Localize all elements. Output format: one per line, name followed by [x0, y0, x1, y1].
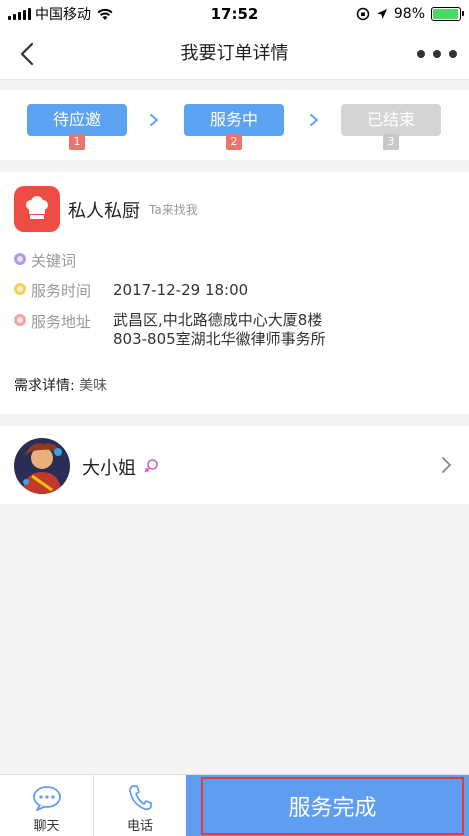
location-dot-icon — [14, 314, 26, 326]
phone-label: 电话 — [126, 819, 153, 834]
service-address-row: 服务地址 武昌区,中北路德成中心大厦8楼803-805室湖北华徽律师事务所 — [14, 311, 337, 349]
signal-icon — [8, 8, 31, 20]
battery-level — [433, 9, 459, 19]
phone-icon — [129, 785, 152, 811]
chef-hat-icon — [14, 186, 60, 232]
battery-icon — [431, 7, 464, 21]
requirement-value: 美味 — [79, 378, 108, 394]
step-number: 2 — [226, 134, 242, 150]
carrier-name: 中国移动 — [35, 7, 91, 23]
chevron-right-icon — [150, 114, 159, 126]
keyword-row: 关键词 — [14, 250, 113, 271]
chat-button[interactable]: 聊天 — [0, 775, 93, 836]
bottom-action-bar: 聊天 电话 服务完成 — [0, 774, 469, 836]
service-time-row: 服务时间 2017-12-29 18:00 — [14, 280, 248, 301]
order-progress-steps: 待应邀 1 服务中 2 已结束 3 — [0, 90, 469, 160]
service-time-label: 服务时间 — [31, 282, 92, 300]
status-bar: 中国移动 17:52 98% — [0, 0, 469, 28]
location-arrow-icon — [376, 9, 387, 19]
service-address-value: 武昌区,中北路德成中心大厦8楼803-805室湖北华徽律师事务所 — [113, 311, 326, 348]
female-gender-icon — [144, 459, 158, 473]
keyword-dot-icon — [14, 253, 26, 265]
wifi-icon — [97, 8, 113, 20]
chevron-right-icon[interactable] — [439, 455, 453, 475]
step-number: 1 — [69, 134, 85, 150]
step-in-service: 服务中 — [184, 104, 284, 136]
phone-button[interactable]: 电话 — [94, 775, 186, 836]
user-name: 大小姐 — [82, 458, 136, 479]
chevron-right-icon — [310, 114, 319, 126]
requirement-row: 需求详情: 美味 — [14, 375, 107, 395]
step-finished: 已结束 — [341, 104, 441, 136]
service-name: 私人私厨 — [68, 201, 140, 222]
keyword-label: 关键词 — [31, 252, 77, 270]
service-subtitle: Ta来找我 — [149, 203, 198, 217]
battery-percent: 98% — [393, 6, 425, 22]
orientation-lock-icon — [356, 7, 370, 21]
service-address-label: 服务地址 — [31, 313, 92, 331]
order-details-card: 私人私厨 Ta来找我 关键词 服务时间 2017-12-29 18:00 服务地… — [0, 172, 469, 414]
service-time-value: 2017-12-29 18:00 — [113, 281, 249, 299]
step-number: 3 — [383, 134, 399, 150]
step-pending-invite: 待应邀 — [27, 104, 127, 136]
requirement-label: 需求详情: — [14, 378, 75, 394]
more-options-icon[interactable] — [417, 42, 457, 66]
avatar — [14, 438, 70, 494]
clock-dot-icon — [14, 283, 26, 295]
chat-bubble-icon — [32, 786, 61, 811]
service-complete-button[interactable]: 服务完成 — [186, 775, 469, 836]
page-title: 我要订单详情 — [180, 43, 289, 64]
user-card[interactable]: 大小姐 — [0, 426, 469, 504]
navigation-bar: 我要订单详情 — [0, 28, 469, 80]
chat-label: 聊天 — [33, 819, 60, 834]
service-complete-label: 服务完成 — [288, 796, 377, 821]
back-icon[interactable] — [14, 40, 42, 68]
